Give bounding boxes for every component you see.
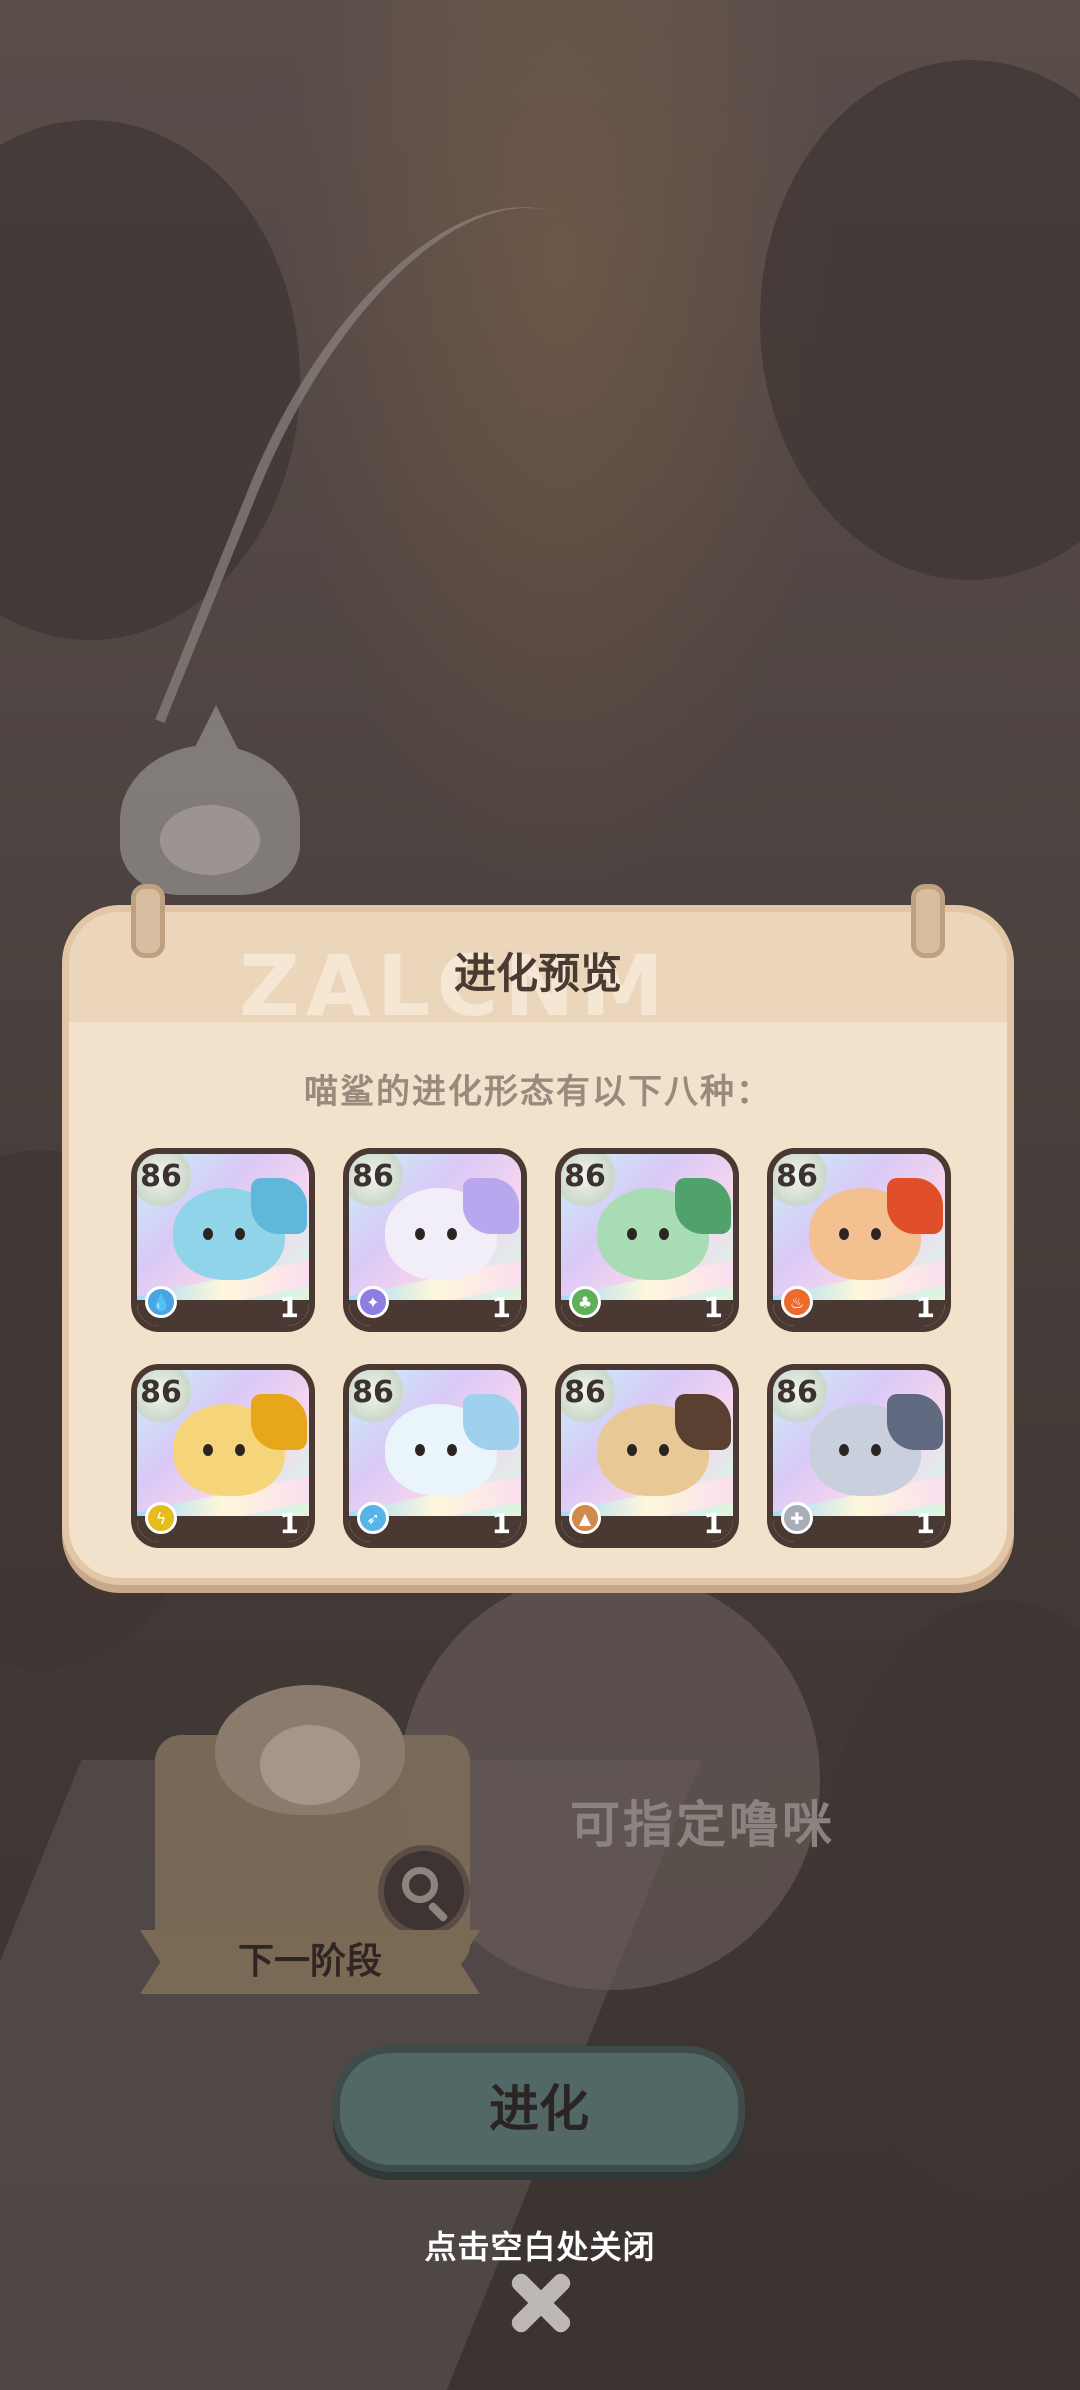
evolution-form-card[interactable]: 86 ϟ 1: [131, 1364, 315, 1548]
creature-eye: [203, 1444, 213, 1456]
level-badge: 86: [137, 1154, 191, 1206]
evolution-creature: [385, 1394, 519, 1496]
level-badge: 86: [773, 1370, 827, 1422]
background-tree: [820, 1600, 1080, 2200]
lightning-icon: ϟ: [145, 1502, 177, 1534]
level-badge: 86: [137, 1370, 191, 1422]
creature-eye: [659, 1228, 669, 1240]
magnifier-icon[interactable]: [378, 1845, 470, 1937]
evolution-creature: [597, 1394, 731, 1496]
creature-crest: [675, 1178, 731, 1234]
level-badge: 86: [561, 1154, 615, 1206]
evolution-creature: [173, 1178, 307, 1280]
creature-eye: [235, 1444, 245, 1456]
card-count: 1: [915, 1507, 935, 1540]
evolution-creature: [809, 1394, 943, 1496]
creature-crest: [251, 1178, 307, 1234]
evolution-form-card[interactable]: 86 ➶ 1: [343, 1364, 527, 1548]
creature-eye: [415, 1444, 425, 1456]
card-count: 1: [703, 1507, 723, 1540]
creature-crest: [887, 1394, 943, 1450]
card-count: 1: [703, 1291, 723, 1324]
creature-eye: [203, 1228, 213, 1240]
evolution-creature: [597, 1178, 731, 1280]
creature-eye: [659, 1444, 669, 1456]
creature-eye: [627, 1444, 637, 1456]
creature-eye: [871, 1444, 881, 1456]
creature-eye: [839, 1444, 849, 1456]
creature-eye: [627, 1228, 637, 1240]
creature-eye: [235, 1228, 245, 1240]
creature-crest: [675, 1394, 731, 1450]
shark-pet: [120, 705, 300, 895]
evolution-creature: [385, 1178, 519, 1280]
creature-eye: [447, 1228, 457, 1240]
dialog-subtitle: 喵鲨的进化形态有以下八种：: [304, 1072, 772, 1112]
evolution-creature: [809, 1178, 943, 1280]
wing-icon: ➶: [357, 1502, 389, 1534]
level-badge: 86: [561, 1370, 615, 1422]
normal-star-icon: ✚: [781, 1502, 813, 1534]
level-badge: 86: [349, 1154, 403, 1206]
creature-eye: [415, 1228, 425, 1240]
creature-eye: [871, 1228, 881, 1240]
evolution-form-card[interactable]: 86 💧 1: [131, 1148, 315, 1332]
evolution-forms-grid: 86 💧 1 86 ✦ 1 86 ♣ 1 86 ♨ 1 86 ϟ 1 86 ➶ 1 86 ▲ 1 86 ✚ 1: [131, 1148, 951, 1548]
creature-eye: [839, 1228, 849, 1240]
card-count: 1: [491, 1507, 511, 1540]
evolve-button-label: 进化: [489, 2080, 589, 2138]
fire-icon: ♨: [781, 1286, 813, 1318]
evolution-form-card[interactable]: 86 ✚ 1: [767, 1364, 951, 1548]
creature-eye: [447, 1444, 457, 1456]
next-stage-pet-icon: [215, 1685, 405, 1815]
evolution-form-card[interactable]: 86 ♨ 1: [767, 1148, 951, 1332]
card-count: 1: [915, 1291, 935, 1324]
level-badge: 86: [349, 1370, 403, 1422]
leaf-icon: ♣: [569, 1286, 601, 1318]
rock-icon: ▲: [569, 1502, 601, 1534]
evolution-form-card[interactable]: 86 ♣ 1: [555, 1148, 739, 1332]
creature-crest: [463, 1394, 519, 1450]
evolution-creature: [173, 1394, 307, 1496]
assign-lumi-text: 可指定噜咪: [570, 1796, 835, 1854]
water-drop-icon: 💧: [145, 1286, 177, 1318]
card-count: 1: [491, 1291, 511, 1324]
evolution-form-card[interactable]: 86 ✦ 1: [343, 1148, 527, 1332]
level-badge: 86: [773, 1154, 827, 1206]
creature-crest: [251, 1394, 307, 1450]
evolution-form-card[interactable]: 86 ▲ 1: [555, 1364, 739, 1548]
creature-crest: [463, 1178, 519, 1234]
creature-crest: [887, 1178, 943, 1234]
card-count: 1: [279, 1291, 299, 1324]
next-stage-label: 下一阶段: [237, 1941, 382, 1982]
card-count: 1: [279, 1507, 299, 1540]
dialog-title: 进化预览: [453, 949, 622, 998]
sparkle-icon: ✦: [357, 1286, 389, 1318]
close-icon[interactable]: [500, 2262, 580, 2342]
evolution-preview-dialog: ZALCNM 进化预览 喵鲨的进化形态有以下八种： 86 💧 1 86 ✦ 1 86 ♣ 1…: [62, 884, 1014, 1585]
